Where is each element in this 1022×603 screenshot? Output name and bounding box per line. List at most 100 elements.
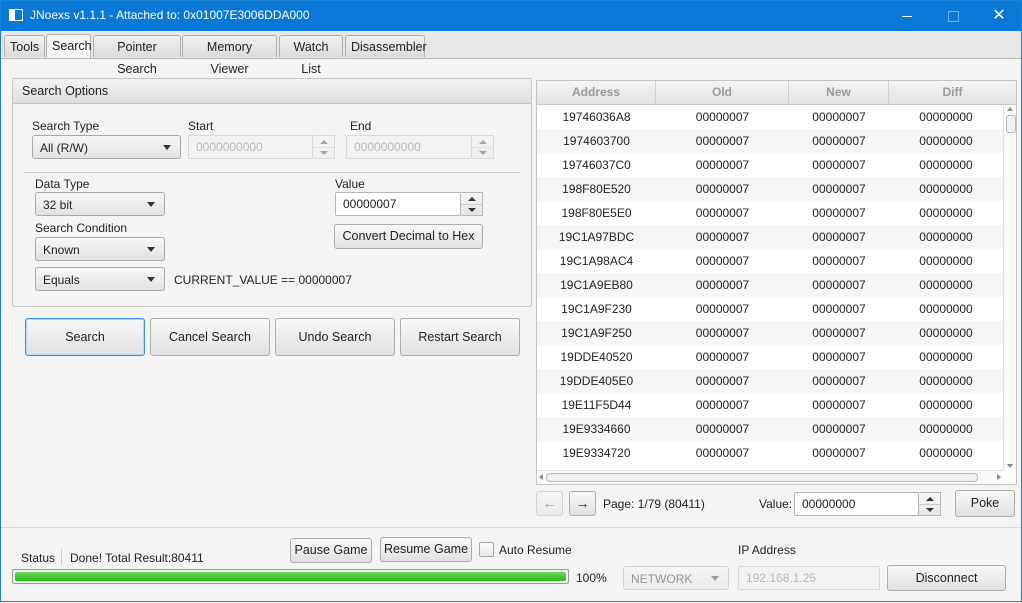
tab-disassembler[interactable]: Disassembler — [345, 35, 427, 57]
table-row[interactable]: 19C1A98AC4 00000007 00000007 00000000 — [537, 249, 1003, 273]
connection-type-value: NETWORK — [631, 572, 693, 586]
search-options-header: Search Options — [13, 79, 531, 104]
tab-bar: Tools Search Pointer Search Memory Viewe… — [0, 31, 1022, 76]
comparison-select[interactable]: Equals — [35, 267, 165, 291]
table-row[interactable]: 19C1A9EB80 00000007 00000007 00000000 — [537, 273, 1003, 297]
vertical-scrollbar[interactable] — [1003, 105, 1016, 470]
arrow-right-icon: → — [575, 495, 590, 511]
table-body: 19746036A8 00000007 00000007 00000000 197460… — [537, 105, 1003, 467]
close-button[interactable]: ✕ — [976, 0, 1022, 31]
cell-old: 00000007 — [695, 110, 750, 124]
convert-decimal-to-hex-button[interactable]: Convert Decimal to Hex — [334, 224, 483, 249]
minimize-icon — [902, 15, 912, 17]
search-condition-select[interactable]: Known — [35, 237, 165, 261]
table-row[interactable]: 19E9334720 00000007 00000007 00000000 — [537, 441, 1003, 465]
restart-search-button[interactable]: Restart Search — [400, 318, 520, 356]
cell-diff: 00000000 — [919, 326, 973, 340]
table-row[interactable]: 198F80E5E0 00000007 00000007 00000000 — [537, 201, 1003, 225]
cancel-search-button[interactable]: Cancel Search — [150, 318, 270, 356]
tab-tools[interactable]: Tools — [4, 35, 45, 57]
spinner-down-icon[interactable] — [919, 504, 940, 515]
spinner-up-icon[interactable] — [472, 136, 493, 147]
tab-pointer-search[interactable]: Pointer Search — [93, 35, 181, 76]
search-button[interactable]: Search — [25, 318, 145, 356]
start-address-input[interactable]: 0000000000 — [188, 135, 313, 159]
results-table[interactable]: Address Old New Diff 19746036A8 00000007 0… — [536, 80, 1017, 485]
tab-watch-list[interactable]: Watch List — [279, 35, 343, 76]
table-row[interactable]: 1974603700 00000007 00000007 00000000 — [537, 129, 1003, 153]
minimize-button[interactable] — [884, 0, 930, 31]
table-row[interactable]: 19DDE405E0 00000007 00000007 00000000 — [537, 369, 1003, 393]
cell-address: 19E9334720 — [562, 446, 631, 460]
table-row[interactable]: 19E9334660 00000007 00000007 00000000 — [537, 417, 1003, 441]
maximize-button[interactable] — [930, 0, 976, 31]
start-address-spinner[interactable] — [313, 135, 335, 159]
search-value-input[interactable]: 00000007 — [335, 192, 461, 216]
cell-address: 1974603700 — [563, 134, 630, 148]
search-type-select[interactable]: All (R/W) — [32, 135, 181, 159]
undo-search-button[interactable]: Undo Search — [275, 318, 395, 356]
data-type-select[interactable]: 32 bit — [35, 192, 165, 216]
cell-diff: 00000000 — [919, 302, 973, 316]
search-value-spinner[interactable] — [461, 192, 483, 216]
table-row[interactable]: 19C1A97BDC 00000007 00000007 00000000 — [537, 225, 1003, 249]
spinner-up-icon[interactable] — [919, 493, 940, 504]
prev-page-button[interactable]: ← — [536, 491, 563, 516]
chevron-down-icon — [147, 202, 155, 207]
poke-value-spinner[interactable] — [919, 492, 941, 516]
cell-address: 19E9334660 — [562, 422, 631, 436]
ip-address-input[interactable]: 192.168.1.25 — [738, 566, 880, 590]
table-row[interactable]: 19DDE40520 00000007 00000007 00000000 — [537, 345, 1003, 369]
close-icon: ✕ — [992, 7, 1006, 24]
auto-resume-checkbox[interactable] — [479, 542, 494, 557]
table-row[interactable]: 19746037C0 00000007 00000007 00000000 — [537, 153, 1003, 177]
status-divider — [61, 548, 62, 565]
cell-old: 00000007 — [695, 422, 750, 436]
horizontal-scrollbar[interactable] — [537, 470, 1003, 484]
cell-old: 00000007 — [695, 350, 750, 364]
poke-button[interactable]: Poke — [955, 490, 1015, 517]
pause-game-button[interactable]: Pause Game — [290, 538, 372, 563]
data-type-label: Data Type — [35, 177, 90, 191]
cell-old: 00000007 — [695, 302, 750, 316]
cell-diff: 00000000 — [919, 254, 973, 268]
spinner-down-icon[interactable] — [461, 204, 482, 215]
table-row[interactable]: 19746036A8 00000007 00000007 00000000 — [537, 105, 1003, 129]
connection-type-select[interactable]: NETWORK — [623, 566, 729, 590]
column-header-address[interactable]: Address — [537, 81, 656, 104]
status-message: Done! Total Result:80411 — [70, 551, 204, 565]
end-address-spinner[interactable] — [472, 135, 494, 159]
spinner-down-icon[interactable] — [313, 147, 334, 158]
next-page-button[interactable]: → — [569, 491, 596, 516]
cell-new: 00000007 — [812, 422, 866, 436]
cell-address: 198F80E520 — [562, 182, 631, 196]
scroll-right-icon[interactable] — [997, 474, 1001, 480]
column-header-old[interactable]: Old — [656, 81, 789, 104]
poke-value-input[interactable]: 00000000 — [794, 492, 919, 516]
tab-search[interactable]: Search — [46, 34, 92, 58]
cell-old: 00000007 — [695, 278, 750, 292]
column-header-new[interactable]: New — [789, 81, 889, 104]
progress-bar — [12, 569, 569, 584]
scroll-down-icon[interactable] — [1007, 464, 1013, 468]
tab-memory-viewer[interactable]: Memory Viewer — [182, 35, 277, 76]
column-header-diff[interactable]: Diff — [889, 81, 1016, 104]
spinner-up-icon[interactable] — [313, 136, 334, 147]
table-row[interactable]: 19C1A9F250 00000007 00000007 00000000 — [537, 321, 1003, 345]
scroll-thumb[interactable] — [1006, 115, 1016, 133]
scroll-left-icon[interactable] — [539, 474, 543, 480]
search-options-panel: Search Options Search Type All (R/W) Sta… — [12, 78, 532, 307]
table-row[interactable]: 19E11F5D44 00000007 00000007 00000000 — [537, 393, 1003, 417]
cell-old: 00000007 — [695, 158, 750, 172]
end-address-input[interactable]: 0000000000 — [346, 135, 472, 159]
scroll-thumb[interactable] — [546, 473, 978, 482]
spinner-up-icon[interactable] — [461, 193, 482, 204]
table-row[interactable]: 198F80E520 00000007 00000007 00000000 — [537, 177, 1003, 201]
resume-game-button[interactable]: Resume Game — [380, 537, 472, 562]
table-row[interactable]: 19C1A9F230 00000007 00000007 00000000 — [537, 297, 1003, 321]
spinner-down-icon[interactable] — [472, 147, 493, 158]
disconnect-button[interactable]: Disconnect — [887, 565, 1006, 591]
cell-diff: 00000000 — [919, 422, 973, 436]
scroll-up-icon[interactable] — [1007, 107, 1013, 111]
cell-diff: 00000000 — [919, 110, 973, 124]
